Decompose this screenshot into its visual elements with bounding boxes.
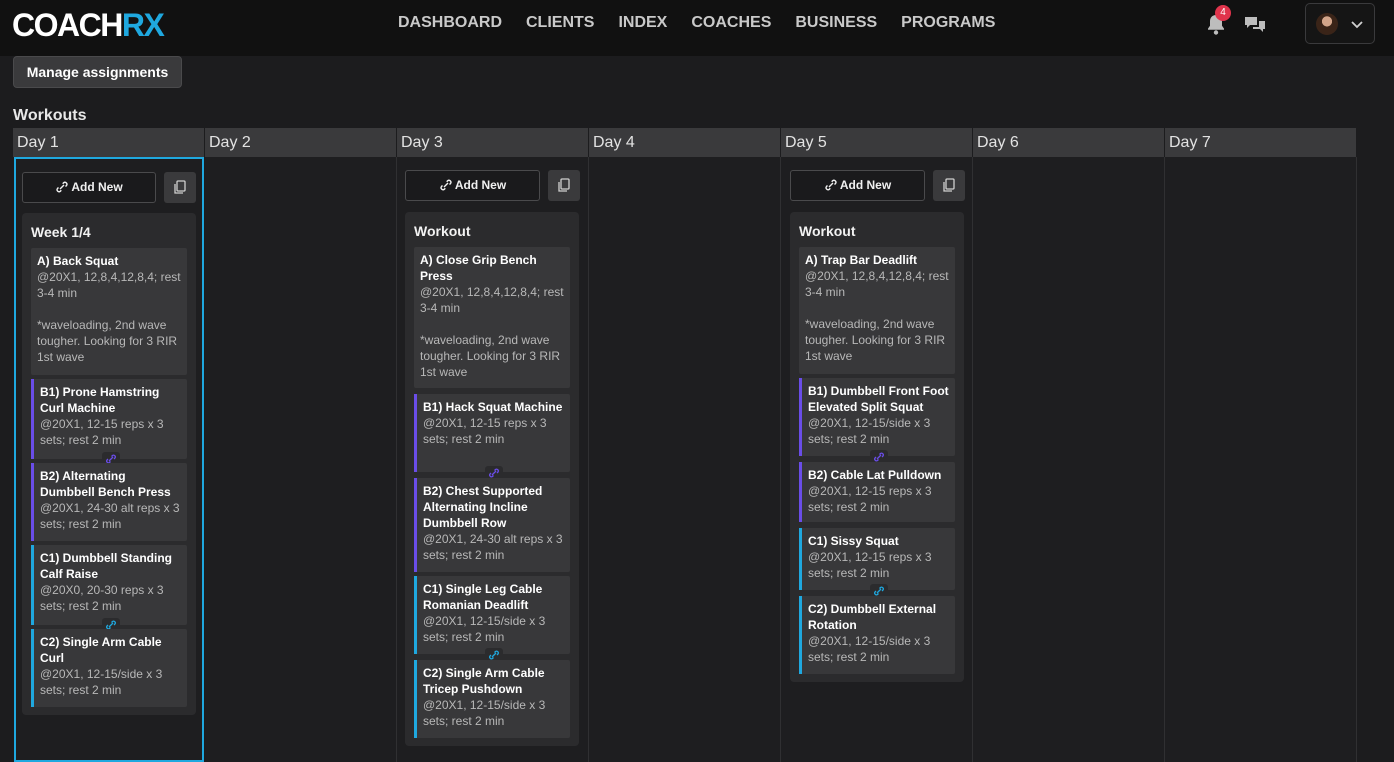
day-header-6: Day 6: [973, 128, 1165, 157]
workout-card[interactable]: Week 1/4 A) Back Squat @20X1, 12,8,4,12,…: [22, 213, 196, 715]
exercise-item[interactable]: B2) Alternating Dumbbell Bench Press @20…: [31, 463, 187, 541]
chevron-down-icon: [1351, 21, 1363, 29]
day-column-7[interactable]: [1165, 157, 1357, 762]
copy-icon: [174, 180, 186, 194]
exercise-item[interactable]: A) Close Grip Bench Press @20X1, 12,8,4,…: [414, 247, 570, 388]
notification-count-badge: 4: [1215, 5, 1231, 21]
workout-card[interactable]: Workout A) Close Grip Bench Press @20X1,…: [405, 212, 579, 746]
day-column-3[interactable]: Add New Workout A) Close Grip Bench Pres…: [397, 157, 589, 762]
day-column-6[interactable]: [973, 157, 1165, 762]
workout-title[interactable]: Workout: [414, 223, 471, 239]
workout-title[interactable]: Week 1/4: [31, 224, 91, 240]
day-header-5: Day 5: [781, 128, 973, 157]
exercise-item[interactable]: C2) Dumbbell External Rotation @20X1, 12…: [799, 596, 955, 674]
exercise-item[interactable]: C1) Dumbbell Standing Calf Raise @20X0, …: [31, 545, 187, 625]
exercise-item[interactable]: B2) Chest Supported Alternating Incline …: [414, 478, 570, 572]
link-icon: [440, 179, 452, 191]
exercise-item[interactable]: C1) Sissy Squat @20X1, 12-15 reps x 3 se…: [799, 528, 955, 590]
exercise-item[interactable]: C1) Single Leg Cable Romanian Deadlift @…: [414, 576, 570, 654]
add-new-button[interactable]: Add New: [790, 170, 925, 201]
nav-programs[interactable]: PROGRAMS: [901, 13, 995, 33]
day-column-2[interactable]: [205, 157, 397, 762]
day-header-1: Day 1: [13, 128, 205, 157]
workout-card[interactable]: Workout A) Trap Bar Deadlift @20X1, 12,8…: [790, 212, 964, 682]
exercise-item[interactable]: C2) Single Arm Cable Tricep Pushdown @20…: [414, 660, 570, 738]
main-nav: DASHBOARD CLIENTS INDEX COACHES BUSINESS…: [398, 13, 1019, 33]
top-navbar: COACHRX DASHBOARD CLIENTS INDEX COACHES …: [0, 0, 1394, 56]
exercise-item[interactable]: C2) Single Arm Cable Curl @20X1, 12-15/s…: [31, 629, 187, 707]
day-header-2: Day 2: [205, 128, 397, 157]
exercise-item[interactable]: A) Back Squat @20X1, 12,8,4,12,8,4; rest…: [31, 248, 187, 375]
nav-business[interactable]: BUSINESS: [795, 13, 877, 33]
workouts-section-title: Workouts: [13, 107, 87, 124]
day-header-7: Day 7: [1165, 128, 1357, 157]
link-icon: [825, 179, 837, 191]
day-header-4: Day 4: [589, 128, 781, 157]
day-column-5[interactable]: Add New Workout A) Trap Bar Deadlift @20…: [781, 157, 973, 762]
copy-icon: [943, 178, 955, 192]
copy-day-button[interactable]: [164, 172, 196, 203]
account-menu[interactable]: [1305, 3, 1375, 44]
exercise-item[interactable]: B1) Prone Hamstring Curl Machine @20X1, …: [31, 379, 187, 459]
copy-day-button[interactable]: [933, 170, 965, 201]
nav-index[interactable]: INDEX: [618, 13, 667, 33]
exercise-item[interactable]: B1) Hack Squat Machine @20X1, 12-15 reps…: [414, 394, 570, 472]
avatar: [1316, 13, 1338, 35]
workout-title[interactable]: Workout: [799, 223, 856, 239]
week-grid: Day 1 Day 2 Day 3 Day 4 Day 5 Day 6 Day …: [13, 128, 1357, 762]
exercise-item[interactable]: B1) Dumbbell Front Foot Elevated Split S…: [799, 378, 955, 456]
exercise-item[interactable]: A) Trap Bar Deadlift @20X1, 12,8,4,12,8,…: [799, 247, 955, 374]
exercise-item[interactable]: B2) Cable Lat Pulldown @20X1, 12-15 reps…: [799, 462, 955, 522]
nav-dashboard[interactable]: DASHBOARD: [398, 13, 502, 33]
messages-chat-icon[interactable]: [1243, 12, 1267, 36]
link-icon: [56, 181, 68, 193]
day-header-3: Day 3: [397, 128, 589, 157]
add-new-button[interactable]: Add New: [22, 172, 156, 203]
day-column-1[interactable]: Add New Week 1/4 A) Back Squat @20X1, 12…: [14, 157, 204, 762]
add-new-button[interactable]: Add New: [405, 170, 540, 201]
nav-clients[interactable]: CLIENTS: [526, 13, 594, 33]
copy-day-button[interactable]: [548, 170, 580, 201]
day-column-4[interactable]: [589, 157, 781, 762]
coachrx-logo[interactable]: COACHRX: [12, 8, 165, 42]
copy-icon: [558, 178, 570, 192]
nav-coaches[interactable]: COACHES: [691, 13, 771, 33]
manage-assignments-button[interactable]: Manage assignments: [13, 56, 182, 88]
